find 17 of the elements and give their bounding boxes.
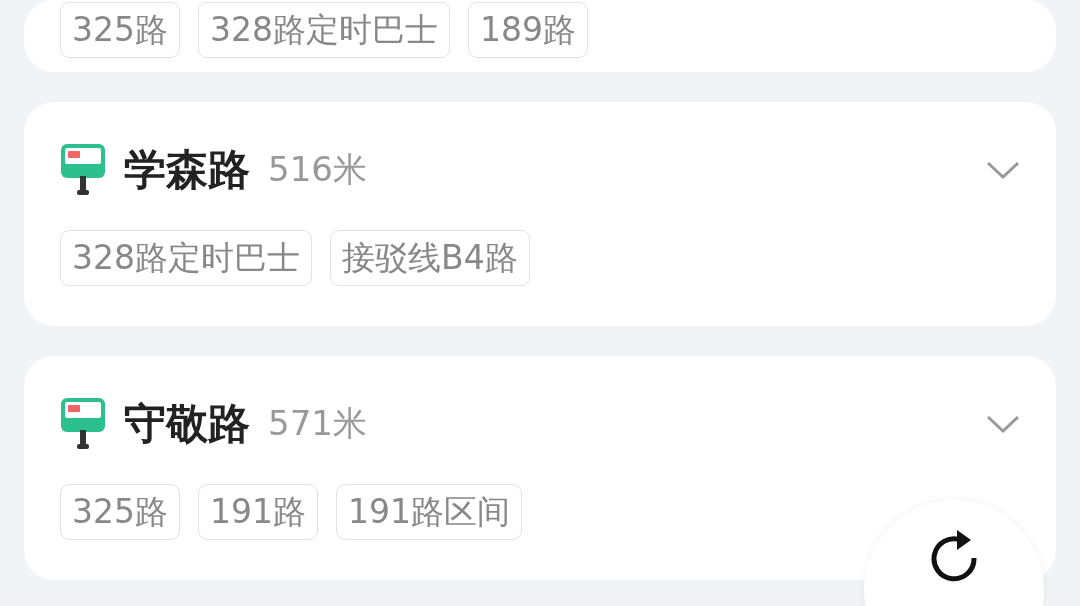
chevron-down-icon[interactable]: [986, 160, 1020, 180]
route-tag[interactable]: 328路定时巴士: [60, 230, 312, 286]
route-tag[interactable]: 325路: [60, 2, 180, 58]
stop-name: 守敬路: [124, 398, 250, 450]
bus-stop-sign-icon: [60, 398, 106, 450]
bus-stop-sign-icon: [60, 144, 106, 196]
stop-distance: 571米: [268, 402, 367, 445]
route-tag[interactable]: 328路定时巴士: [198, 2, 450, 58]
route-tag[interactable]: 325路: [60, 484, 180, 540]
chevron-down-icon[interactable]: [986, 414, 1020, 434]
route-tag[interactable]: 接驳线B4路: [330, 230, 530, 286]
route-tag[interactable]: 189路: [468, 2, 588, 58]
refresh-icon: [929, 528, 979, 582]
stop-distance: 516米: [268, 148, 367, 191]
route-tag[interactable]: 191路: [198, 484, 318, 540]
stop-name: 学森路: [124, 144, 250, 196]
route-tag[interactable]: 191路区间: [336, 484, 522, 540]
